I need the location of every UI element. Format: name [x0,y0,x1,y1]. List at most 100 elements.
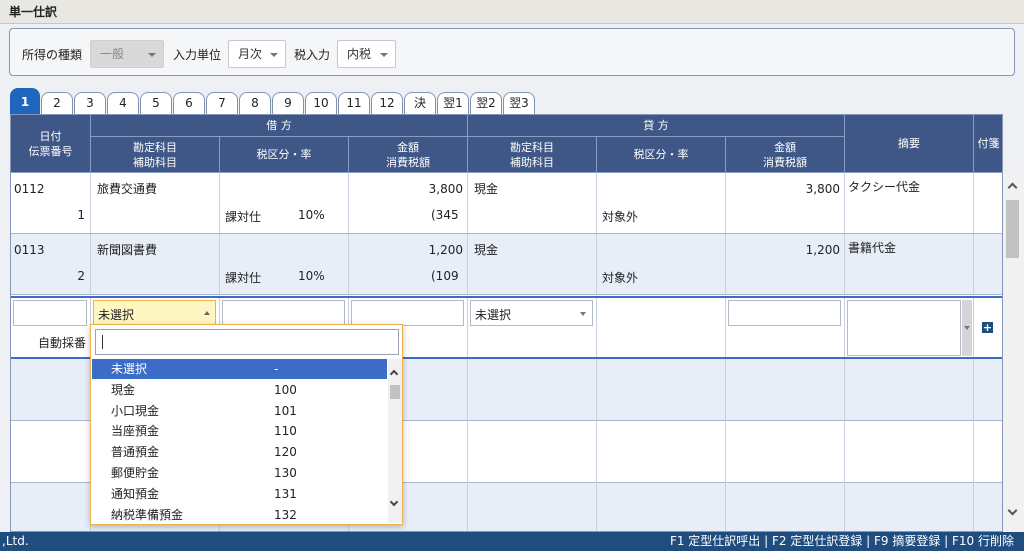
income-type-value: 一般 [100,47,125,61]
tab-5[interactable]: 5 [140,92,172,114]
header-debit: 借 方 [91,115,468,137]
header-date-label: 日付 [39,129,62,143]
header-amount-label: 金額 [774,140,796,154]
income-type-label: 所得の種類 [22,48,83,62]
table-cell[interactable] [974,234,1002,294]
option-code: 130 [274,466,297,480]
header-voucher-label: 伝票番号 [28,144,73,158]
dropdown-option[interactable]: 納税準備預金 132 [92,505,387,524]
debit-amount: 3,800 [428,182,463,196]
tax-input-select[interactable]: 内税 [337,40,396,68]
option-name: 郵便貯金 [111,466,160,480]
option-name: 小口現金 [111,403,160,418]
account-dropdown: 未選択 - 現金 100 小口現金 101 当座預金 110 普通預金 120 郵便貯金 130 通知預… [90,324,403,525]
dropdown-option[interactable]: 小口現金 101 [92,401,387,421]
table-cell[interactable] [974,173,1002,233]
status-bar: ,Ltd. F1 定型仕訳呼出 | F2 定型仕訳登録 | F9 摘要登録 | … [0,532,1024,551]
option-name: 未選択 [111,362,148,376]
chevron-down-icon [270,53,278,57]
plus-icon[interactable]: + [982,322,993,333]
chevron-up-icon [204,311,210,315]
scrollbar-thumb[interactable] [1006,200,1019,258]
debit-tax-amount: (109 [431,269,459,283]
tab-14[interactable]: 翌1 [437,92,469,114]
dropdown-scrollbar[interactable] [388,359,402,523]
debit-tax-amount: (345 [431,208,459,222]
tab-1[interactable]: 1 [10,88,40,114]
credit-account-value: 未選択 [475,308,512,322]
header-memo: 摘要 [845,115,974,173]
debit-account-select[interactable]: 未選択 [93,300,216,326]
credit-account-select[interactable]: 未選択 [470,300,593,326]
tab-13[interactable]: 決 [404,92,436,114]
header-memo-label: 摘要 [898,137,920,150]
chevron-down-icon [148,53,156,57]
dropdown-option[interactable]: 通知預金 131 [92,484,387,504]
chevron-up-icon[interactable] [1007,182,1018,193]
header-tax-amount-label: 消費税額 [386,155,430,169]
dropdown-option[interactable]: 現金 100 [92,380,387,400]
memo-text: タクシー代金 [848,180,921,194]
header-debit-tax: 税区分・率 [220,137,349,173]
date-value: 0112 [14,182,45,196]
chevron-down-icon[interactable] [1007,505,1018,516]
edit-memo-cell [845,298,974,357]
table-row[interactable]: 0113 2 新聞図書費 課対仕 10% 1,200 (109 現金 対象外 1,200 書籍代金 [11,234,1002,295]
option-code: 101 [274,403,297,418]
debit-tax-rate: 10% [298,269,325,283]
column-divider [844,359,845,531]
credit-tax-class: 対象外 [602,271,639,285]
tab-2[interactable]: 2 [41,92,73,114]
header-attachment-label: 付箋 [977,137,1000,150]
option-code: 131 [274,486,297,501]
memo-input[interactable] [847,300,961,356]
tab-16[interactable]: 翌3 [503,92,535,114]
tab-11[interactable]: 11 [338,92,370,114]
tab-4[interactable]: 4 [107,92,139,114]
header-amount-label: 金額 [397,140,419,154]
credit-account: 現金 [474,182,499,196]
grid-scrollbar[interactable] [1003,172,1024,532]
header-credit-account: 勘定科目 補助科目 [468,137,597,173]
debit-tax-input[interactable] [222,300,345,326]
input-unit-label: 入力単位 [173,48,222,62]
dropdown-option[interactable]: 普通預金 120 [92,442,387,462]
column-divider [596,359,597,531]
debit-amount-input[interactable] [351,300,464,326]
debit-tax-rate: 10% [298,208,325,222]
dropdown-option[interactable]: 郵便貯金 130 [92,463,387,483]
input-unit-select[interactable]: 月次 [228,40,286,68]
option-name: 現金 [111,382,136,397]
option-code: 100 [274,382,297,397]
chevron-down-icon[interactable] [389,497,399,507]
option-code: 120 [274,445,297,460]
memo-text: 書籍代金 [848,241,897,255]
dropdown-search-input[interactable] [95,329,399,355]
header-attachment: 付箋 [974,115,1002,173]
header-debit-account: 勘定科目 補助科目 [91,137,220,173]
chevron-up-icon[interactable] [389,369,399,379]
tab-8[interactable]: 8 [239,92,271,114]
dropdown-option[interactable]: 当座預金 110 [92,421,387,441]
tab-3[interactable]: 3 [74,92,106,114]
memo-dropdown-button[interactable] [962,300,972,356]
header-debit-amount: 金額 消費税額 [349,137,468,173]
tab-10[interactable]: 10 [305,92,337,114]
tab-15[interactable]: 翌2 [470,92,502,114]
option-code: 110 [274,424,297,439]
table-row[interactable]: 0112 1 旅費交通費 課対仕 10% 3,800 (345 現金 対象外 3,800 タクシー代… [11,173,1002,234]
date-input[interactable] [13,300,87,326]
income-type-select[interactable]: 一般 [90,40,164,68]
option-code: 132 [274,507,297,522]
tab-7[interactable]: 7 [206,92,238,114]
tab-9[interactable]: 9 [272,92,304,114]
dropdown-option[interactable]: 未選択 - [92,359,387,379]
auto-number-label: 自動採番 [37,336,86,350]
credit-amount-input[interactable] [728,300,841,326]
scrollbar-thumb[interactable] [390,385,400,399]
tab-6[interactable]: 6 [173,92,205,114]
tab-12[interactable]: 12 [371,92,403,114]
credit-tax-class: 対象外 [602,210,639,224]
credit-amount: 3,800 [805,182,840,196]
voucher-number: 2 [77,269,85,283]
